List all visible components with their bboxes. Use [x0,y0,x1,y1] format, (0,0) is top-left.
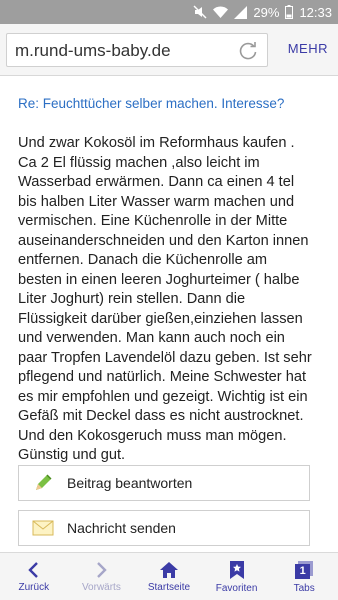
send-message-button[interactable]: Nachricht senden [18,510,310,546]
post-subject[interactable]: Re: Feuchttücher selber machen. Interess… [18,96,284,111]
tabs-button[interactable]: 1 Tabs [270,553,338,600]
reply-button-label: Beitrag beantworten [67,475,193,491]
url-text[interactable]: m.rund-ums-baby.de [15,41,171,61]
send-message-label: Nachricht senden [67,520,176,536]
bookmark-star-icon [229,560,245,580]
wifi-icon [213,6,229,19]
envelope-icon [19,520,67,536]
tabs-label: Tabs [293,582,315,594]
pencil-icon [19,473,67,493]
clock: 12:33 [299,4,332,20]
status-bar: 29% 12:33 [0,0,338,24]
tabs-icon: 1 [294,560,314,580]
favorites-label: Favoriten [215,582,258,594]
signal-icon [234,5,248,19]
bottom-navigation: Zurück Vorwärts Startseite Favoriten 1 T… [0,552,338,600]
forward-label: Vorwärts [81,581,121,593]
chevron-left-icon [26,561,42,579]
post-body: Und zwar Kokosöl im Reformhaus kaufen . … [18,135,312,463]
back-button[interactable]: Zurück [0,553,68,600]
back-label: Zurück [18,581,50,593]
reply-button[interactable]: Beitrag beantworten [18,465,310,501]
battery-percent: 29% [253,4,280,20]
browser-toolbar: m.rund-ums-baby.de MEHR [0,24,338,76]
tabs-count: 1 [299,564,306,577]
page-content: Re: Feuchttücher selber machen. Interess… [0,76,338,552]
home-label: Startseite [147,581,191,593]
chevron-right-icon [93,561,109,579]
forward-button[interactable]: Vorwärts [68,553,136,600]
reload-icon[interactable] [237,40,259,67]
address-bar[interactable]: m.rund-ums-baby.de [6,33,268,67]
battery-icon [285,5,294,19]
home-icon [159,561,179,579]
home-button[interactable]: Startseite [135,553,203,600]
mute-icon [193,5,207,19]
more-menu-button[interactable]: MEHR [288,41,328,56]
favorites-button[interactable]: Favoriten [203,553,271,600]
